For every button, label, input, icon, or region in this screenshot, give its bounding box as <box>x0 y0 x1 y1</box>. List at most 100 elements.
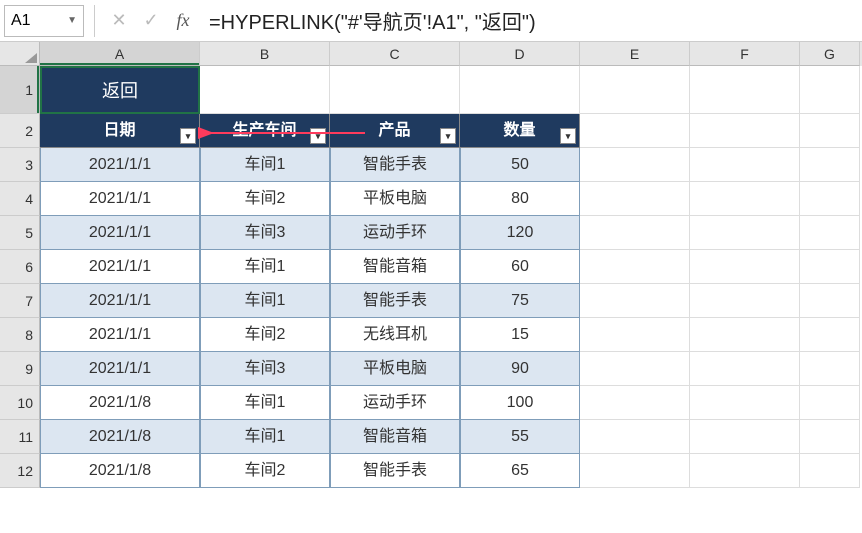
col-header-E[interactable]: E <box>580 42 690 66</box>
cell[interactable]: 车间1 <box>200 148 330 182</box>
cell[interactable]: 运动手环 <box>330 216 460 250</box>
cell[interactable]: 60 <box>460 250 580 284</box>
cell[interactable] <box>690 420 800 454</box>
cell[interactable]: 75 <box>460 284 580 318</box>
row-header-10[interactable]: 10 <box>0 386 40 420</box>
cell[interactable]: 2021/1/1 <box>40 148 200 182</box>
cancel-formula-button[interactable]: ✕ <box>105 5 133 37</box>
filter-dropdown-icon[interactable]: ▾ <box>310 128 326 144</box>
cell-D1[interactable] <box>460 66 580 114</box>
table-header-date[interactable]: 日期 ▾ <box>40 114 200 148</box>
row-header-1[interactable]: 1 <box>0 66 40 114</box>
row-header-8[interactable]: 8 <box>0 318 40 352</box>
col-header-D[interactable]: D <box>460 42 580 66</box>
table-header-workshop[interactable]: 生产车间 ▾ <box>200 114 330 148</box>
cell[interactable] <box>580 420 690 454</box>
cell[interactable]: 车间3 <box>200 352 330 386</box>
cell[interactable]: 2021/1/1 <box>40 318 200 352</box>
cell[interactable]: 车间3 <box>200 216 330 250</box>
row-header-12[interactable]: 12 <box>0 454 40 488</box>
formula-input[interactable]: =HYPERLINK("#'导航页'!A1", "返回") <box>201 5 858 37</box>
row-header-6[interactable]: 6 <box>0 250 40 284</box>
cell-C1[interactable] <box>330 66 460 114</box>
cell[interactable] <box>690 284 800 318</box>
cell[interactable]: 车间2 <box>200 182 330 216</box>
cell[interactable]: 2021/1/1 <box>40 182 200 216</box>
cell[interactable] <box>690 386 800 420</box>
cell[interactable]: 80 <box>460 182 580 216</box>
cell[interactable]: 车间2 <box>200 454 330 488</box>
cell[interactable]: 智能手表 <box>330 284 460 318</box>
cell[interactable] <box>690 352 800 386</box>
row-header-4[interactable]: 4 <box>0 182 40 216</box>
cell[interactable]: 智能手表 <box>330 148 460 182</box>
cell[interactable] <box>800 182 860 216</box>
cell[interactable] <box>690 250 800 284</box>
cell-F1[interactable] <box>690 66 800 114</box>
cell[interactable]: 车间1 <box>200 250 330 284</box>
col-header-F[interactable]: F <box>690 42 800 66</box>
cell[interactable] <box>580 352 690 386</box>
cell[interactable] <box>800 216 860 250</box>
cell[interactable] <box>800 352 860 386</box>
cell[interactable] <box>800 454 860 488</box>
cell[interactable]: 平板电脑 <box>330 352 460 386</box>
row-header-9[interactable]: 9 <box>0 352 40 386</box>
row-header-5[interactable]: 5 <box>0 216 40 250</box>
cell[interactable] <box>580 216 690 250</box>
cell[interactable]: 90 <box>460 352 580 386</box>
cell[interactable]: 车间1 <box>200 386 330 420</box>
cell[interactable]: 100 <box>460 386 580 420</box>
cell[interactable]: 65 <box>460 454 580 488</box>
col-header-C[interactable]: C <box>330 42 460 66</box>
cell[interactable]: 2021/1/8 <box>40 420 200 454</box>
cell[interactable]: 2021/1/8 <box>40 454 200 488</box>
cell[interactable]: 2021/1/1 <box>40 352 200 386</box>
cell-E2[interactable] <box>580 114 690 148</box>
cell[interactable] <box>800 148 860 182</box>
cell-E1[interactable] <box>580 66 690 114</box>
cell[interactable]: 120 <box>460 216 580 250</box>
cell[interactable]: 无线耳机 <box>330 318 460 352</box>
cell[interactable]: 15 <box>460 318 580 352</box>
cell[interactable]: 平板电脑 <box>330 182 460 216</box>
row-header-7[interactable]: 7 <box>0 284 40 318</box>
cell[interactable]: 车间1 <box>200 420 330 454</box>
cell[interactable]: 车间2 <box>200 318 330 352</box>
chevron-down-icon[interactable]: ▼ <box>67 15 77 26</box>
select-all-corner[interactable] <box>0 42 40 66</box>
cell[interactable] <box>580 454 690 488</box>
row-header-11[interactable]: 11 <box>0 420 40 454</box>
cell[interactable] <box>800 284 860 318</box>
cell[interactable] <box>580 284 690 318</box>
cell[interactable]: 2021/1/1 <box>40 250 200 284</box>
cell[interactable] <box>800 420 860 454</box>
cell[interactable] <box>580 182 690 216</box>
col-header-G[interactable]: G <box>800 42 860 66</box>
cell[interactable] <box>800 250 860 284</box>
cell[interactable] <box>690 318 800 352</box>
row-header-3[interactable]: 3 <box>0 148 40 182</box>
back-hyperlink-cell[interactable]: 返回 <box>40 66 200 114</box>
fx-icon[interactable]: fx <box>169 5 197 37</box>
cell-B1[interactable] <box>200 66 330 114</box>
cell[interactable]: 智能音箱 <box>330 250 460 284</box>
cell[interactable] <box>580 250 690 284</box>
cell[interactable] <box>580 386 690 420</box>
col-header-B[interactable]: B <box>200 42 330 66</box>
cell[interactable]: 智能音箱 <box>330 420 460 454</box>
cell[interactable] <box>690 454 800 488</box>
cell[interactable]: 2021/1/1 <box>40 284 200 318</box>
cell[interactable] <box>690 148 800 182</box>
filter-dropdown-icon[interactable]: ▾ <box>180 128 196 144</box>
table-header-quantity[interactable]: 数量 ▾ <box>460 114 580 148</box>
cell[interactable]: 2021/1/8 <box>40 386 200 420</box>
cell-G1[interactable] <box>800 66 860 114</box>
cell[interactable]: 55 <box>460 420 580 454</box>
cell[interactable] <box>690 216 800 250</box>
cell[interactable] <box>800 318 860 352</box>
row-header-2[interactable]: 2 <box>0 114 40 148</box>
name-box[interactable]: A1 ▼ <box>4 5 84 37</box>
filter-dropdown-icon[interactable]: ▾ <box>560 128 576 144</box>
cell[interactable] <box>690 182 800 216</box>
